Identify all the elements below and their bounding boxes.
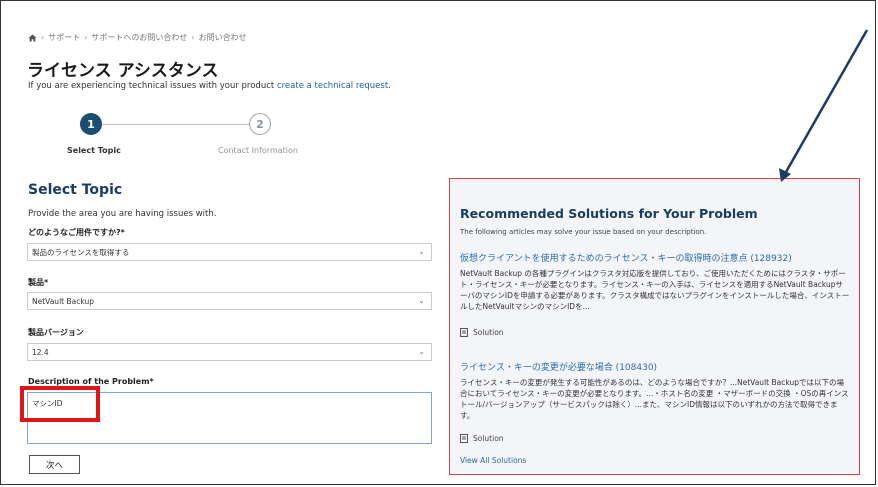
annotation-arrow xyxy=(779,29,869,182)
